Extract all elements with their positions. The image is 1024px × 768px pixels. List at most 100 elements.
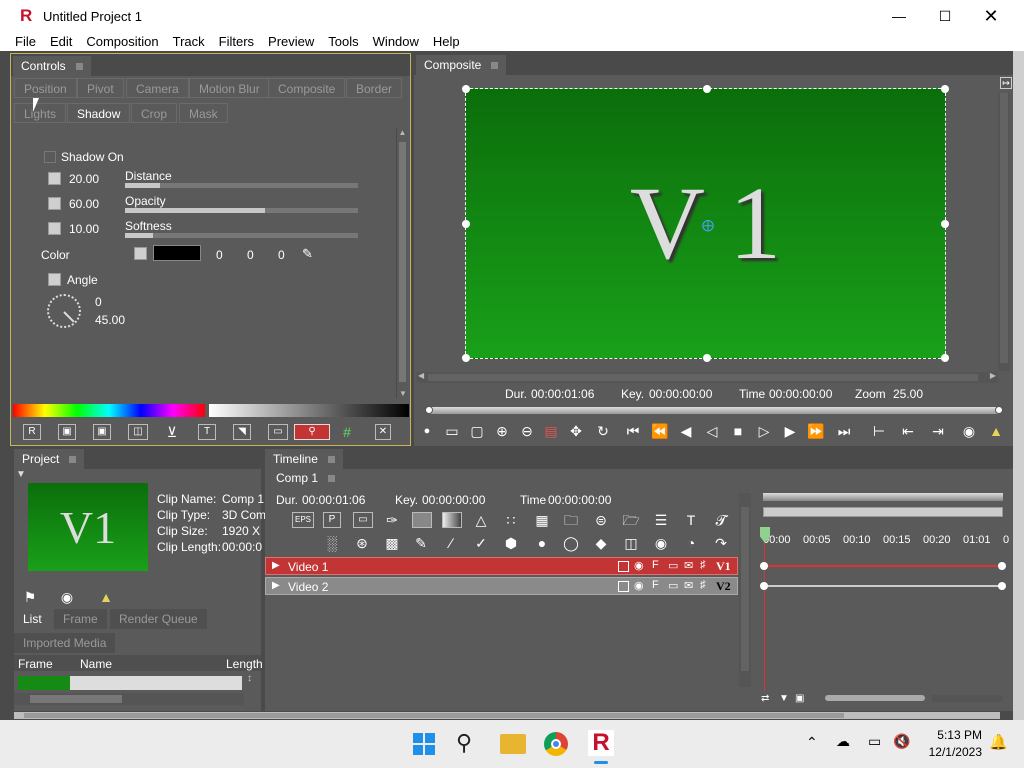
color-bars-icon[interactable]: ▤ [542,423,560,439]
media-list-row[interactable] [18,676,242,690]
track-1-start-key[interactable] [760,562,768,570]
sphere-icon[interactable]: ● [533,535,551,551]
open-folder-icon[interactable]: 🗁 [622,512,640,528]
tab-shadow[interactable]: Shadow [67,103,131,123]
film-icon[interactable]: ▭ [353,512,373,528]
monitor-out-icon[interactable]: ▭ [443,423,461,439]
play-icon[interactable]: ▷ [755,423,773,439]
perspective-icon[interactable]: ◥ [233,424,251,440]
color-swatch[interactable] [153,245,201,261]
controls-scrollbar[interactable]: ▲ ▼ [396,128,408,398]
tab-position[interactable]: Position [14,78,77,98]
prev-frame-icon[interactable]: ◀ [677,423,695,439]
gradient-icon[interactable] [442,512,462,528]
play-reverse-icon[interactable]: ◁ [703,423,721,439]
view-icon[interactable]: ◉ [58,589,76,605]
group-icon[interactable]: ⊜ [592,512,610,528]
menu-tools[interactable]: Tools [321,34,365,49]
project-hscroll-thumb[interactable] [30,695,122,703]
menu-file[interactable]: File [8,34,43,49]
opacity-slider[interactable] [125,208,358,213]
graph-icon[interactable]: ◔ [682,535,700,551]
track-list-scrollbar[interactable] [739,493,751,687]
zoom-in-icon[interactable]: ⊕ [493,423,511,439]
zoom-out-icon[interactable]: ⊖ [518,423,536,439]
timeline-split-icon[interactable]: ⇄ [761,693,769,704]
handle-top[interactable] [703,85,711,93]
angle-dial[interactable] [47,294,81,328]
app-vscroll[interactable] [1013,51,1024,720]
clock-date[interactable]: 12/1/2023 [920,745,982,759]
snapshot-icon[interactable]: ◉ [960,423,978,439]
angle-value-y[interactable]: 45.00 [95,313,125,327]
handle-right[interactable] [941,220,949,228]
timeline-marker-icon[interactable]: ▼ [779,693,789,704]
track-list-scroll-thumb[interactable] [741,507,749,671]
text-frame-icon[interactable]: T [198,424,216,440]
import-icon[interactable]: ⚑ [21,589,39,605]
cylinder-icon[interactable]: ◯ [562,535,580,551]
photo-icon[interactable]: P [323,512,341,528]
menu-preview[interactable]: Preview [261,34,321,49]
tray-chevron-icon[interactable]: ⌃ [806,734,818,751]
title-icon[interactable]: 𝓣 [712,512,730,528]
handle-bottom-right[interactable] [941,354,949,362]
softness-value[interactable]: 10.00 [69,222,99,236]
display-icon[interactable]: ▭ [868,733,881,750]
track-lock-icon[interactable]: ♯ [700,579,706,591]
track-expand-icon[interactable]: ▶ [272,580,280,591]
reset-icon[interactable]: R [23,424,41,440]
notification-bell-icon[interactable]: 🔔 [989,733,1008,751]
comp-1-tab[interactable]: Comp 1 [268,469,344,487]
scroll-down-icon[interactable]: ▼ [397,389,409,398]
brush-icon[interactable]: ∕ [442,535,460,551]
menu-track[interactable]: Track [166,34,212,49]
clock-time[interactable]: 5:13 PM [920,728,982,742]
angle-value-x[interactable]: 0 [95,295,102,309]
network-icon[interactable]: ☁ [836,733,850,750]
shadow-on-checkbox[interactable] [44,151,56,163]
go-to-start-icon[interactable]: ⏮ [624,423,642,439]
distance-value[interactable]: 20.00 [69,172,99,186]
eps-icon[interactable]: EPS [292,512,314,528]
hue-spectrum-bar[interactable] [13,404,205,417]
menu-window[interactable]: Window [366,34,426,49]
softness-keyframe-toggle[interactable] [48,222,61,235]
project-panel-tab[interactable]: Project [14,449,85,469]
tab-render-queue[interactable]: Render Queue [110,609,207,629]
newspaper-icon[interactable]: ☰ [652,512,670,528]
tab-crop[interactable]: Crop [131,103,178,123]
composite-vscroll-thumb[interactable] [1000,93,1008,363]
timeline-zoom-slider[interactable] [825,695,925,701]
audio-levels-icon[interactable]: ░ [323,535,341,551]
track-mail-icon[interactable]: ✉ [684,579,693,592]
folder-icon[interactable]: 🗀 [562,512,580,528]
timeline-zoom-bar[interactable] [763,493,1003,501]
controls-panel-tab[interactable]: Controls [13,56,91,76]
monitor-icon[interactable]: ▭ [268,424,288,440]
chrome-icon[interactable] [544,732,568,756]
image-layer-icon[interactable]: ◫ [622,535,640,551]
color-green-value[interactable]: 0 [247,248,254,262]
tab-composite[interactable]: Composite [268,78,346,98]
panel-expand-icon[interactable]: ↦ [1000,77,1012,89]
grid-icon[interactable]: # [338,424,356,440]
hscroll-right-icon[interactable]: ▶ [990,371,996,380]
file-explorer-icon[interactable] [500,734,526,754]
track-expand-icon[interactable]: ▶ [272,560,280,571]
track-visibility-icon[interactable]: ◉ [634,559,644,572]
handle-bottom[interactable] [703,354,711,362]
handle-top-right[interactable] [941,85,949,93]
tab-border[interactable]: Border [346,78,403,98]
camera-layer-icon[interactable]: ▩ [383,535,401,551]
key-left-icon[interactable]: ⇤ [899,423,917,439]
safe-area-icon[interactable]: ▢ [468,423,486,439]
distance-keyframe-toggle[interactable] [48,172,61,185]
render-icon[interactable]: ⊛ [353,535,371,551]
track-enable-checkbox[interactable] [618,581,629,592]
stop-icon[interactable]: ■ [729,423,747,439]
menu-filters[interactable]: Filters [212,34,261,49]
softness-slider[interactable] [125,233,358,238]
scrub-start-handle[interactable] [425,406,433,414]
mask-layer-icon[interactable]: ◉ [652,535,670,551]
